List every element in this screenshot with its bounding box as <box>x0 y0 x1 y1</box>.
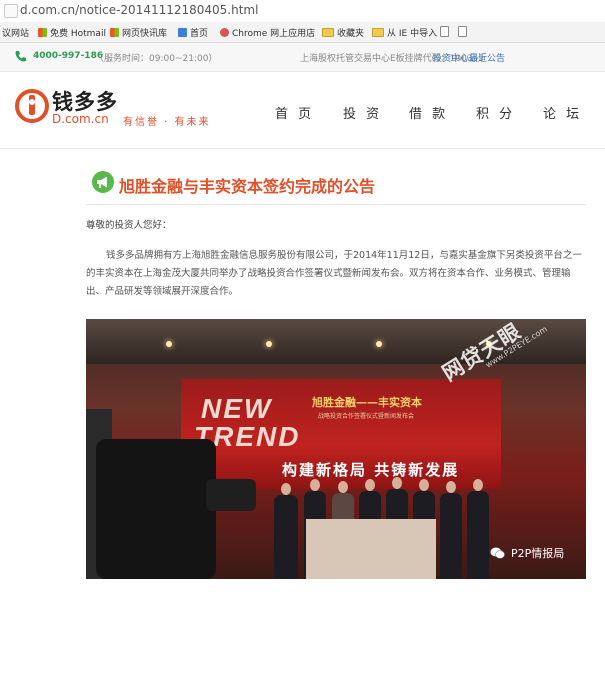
favorite-item[interactable]: 收藏夹 <box>322 26 364 39</box>
favorite-item[interactable]: 首页 <box>178 26 208 39</box>
page-icon <box>178 28 187 37</box>
article-greeting: 尊敬的投资人您好： <box>86 220 172 231</box>
favorite-item[interactable] <box>440 26 452 37</box>
banner-title: 旭胜金融——丰实资本 <box>312 396 422 409</box>
person-head <box>392 477 402 489</box>
article: 旭胜金融与丰实资本签约完成的公告 尊敬的投资人您好： 钱多多品牌拥有方上海旭胜金… <box>0 149 605 682</box>
doc-icon <box>440 26 449 37</box>
signing-table <box>306 519 436 579</box>
wechat-badge: P2P情报局 <box>490 545 564 561</box>
person-head <box>281 483 291 495</box>
nav-forum[interactable]: 论 坛 <box>543 103 582 122</box>
wechat-account: P2P情报局 <box>511 547 565 560</box>
event-photo: NEW TREND 旭胜金融——丰实资本 战略投资合作签署仪式暨新闻发布会 构建… <box>86 319 586 579</box>
logo-domain: D.com.cn <box>52 112 109 126</box>
title-divider <box>86 204 586 205</box>
ceiling-lamp <box>266 341 272 347</box>
video-camera <box>96 439 216 579</box>
person-head <box>338 481 348 493</box>
doc-icon <box>458 26 467 37</box>
person <box>467 491 489 579</box>
service-hours: （服务时间：09:00~21:00） <box>95 54 218 64</box>
wechat-icon <box>490 547 505 559</box>
address-url[interactable]: d.com.cn/notice-20141112180405.html <box>20 3 258 17</box>
favorite-item[interactable]: 从 IE 中导入 <box>372 26 437 39</box>
article-title: 旭胜金融与丰实资本签约完成的公告 <box>119 177 376 196</box>
notice-link[interactable]: 投资中心最近公告 <box>433 51 505 64</box>
person <box>440 493 462 579</box>
phone-number: 4000-997-186 <box>33 51 104 61</box>
favorite-item[interactable] <box>458 26 470 37</box>
banner-slogan: 构建新格局 共铸新发展 <box>282 461 460 479</box>
ceiling-lamp <box>166 341 172 347</box>
top-info-bar: 4000-997-186 （服务时间：09:00~21:00） 上海股权托管交易… <box>0 43 605 72</box>
folder-icon <box>322 28 334 37</box>
nav-invest[interactable]: 投 资 <box>343 103 382 122</box>
person-head <box>419 479 429 491</box>
favorite-item[interactable]: 议网站 <box>2 26 29 39</box>
favorites-bar: 议网站 免费 Hotmail 网页快讯库 首页 Chrome 网上应用店 收藏夹… <box>0 22 605 43</box>
article-body: 钱多多品牌拥有方上海旭胜金融信息服务股份有限公司，于2014年11月12日，与嘉… <box>86 250 582 297</box>
megaphone-icon <box>92 171 114 193</box>
banner-subtitle: 战略投资合作签署仪式暨新闻发布会 <box>318 413 415 420</box>
nav-borrow[interactable]: 借 款 <box>409 103 448 122</box>
person-head <box>473 479 483 491</box>
logo-icon[interactable] <box>14 88 50 124</box>
favorite-item[interactable]: Chrome 网上应用店 <box>220 26 315 39</box>
chrome-icon <box>220 28 229 37</box>
page-icon <box>4 4 18 18</box>
phone-icon <box>15 51 26 62</box>
windows-icon <box>110 28 119 37</box>
favorite-item[interactable]: 免费 Hotmail <box>38 26 106 39</box>
camera-lens <box>206 479 256 511</box>
person-head <box>310 479 320 491</box>
ceiling-lamp <box>376 341 382 347</box>
favorite-item[interactable]: 网页快讯库 <box>110 26 167 39</box>
site-header: 钱多多 D.com.cn 有信誉 · 有未来 首 页 投 资 借 款 积 分 论… <box>0 72 605 149</box>
person <box>274 495 298 579</box>
nav-points[interactable]: 积 分 <box>476 103 515 122</box>
slogan: 有信誉 · 有未来 <box>123 117 211 128</box>
person-head <box>365 479 375 491</box>
windows-icon <box>38 28 47 37</box>
address-bar[interactable]: d.com.cn/notice-20141112180405.html <box>0 0 605 23</box>
folder-icon <box>372 28 384 37</box>
nav-home[interactable]: 首 页 <box>275 103 314 122</box>
watermark-logo-icon <box>440 654 468 682</box>
person-head <box>446 481 456 493</box>
